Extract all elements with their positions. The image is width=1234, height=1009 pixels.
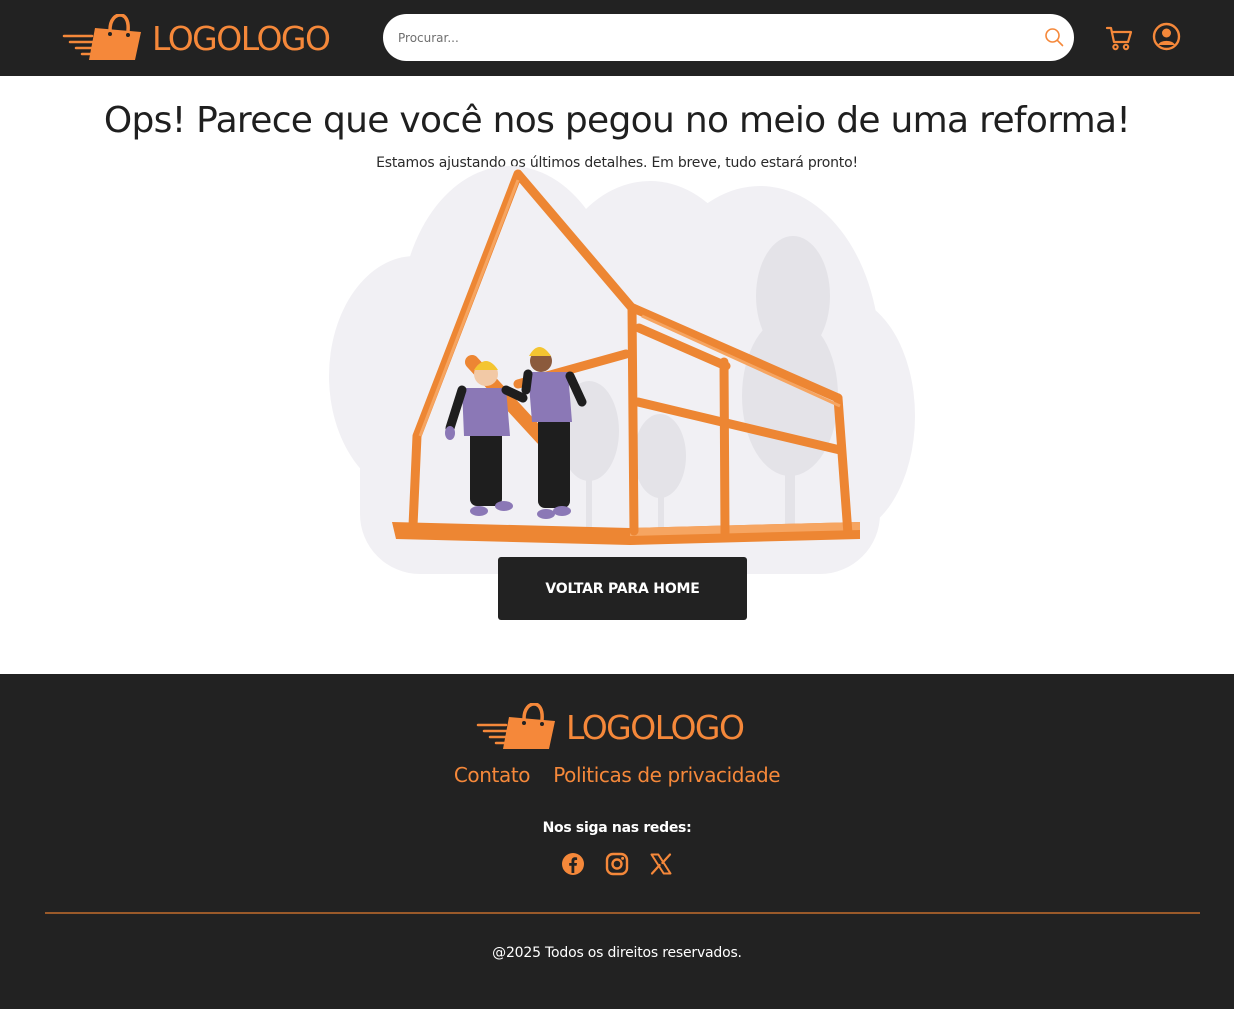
logo-bag-icon — [476, 703, 555, 749]
site-footer: LOGOLOGO Contato Politicas de privacidad… — [0, 674, 1234, 1009]
instagram-icon[interactable] — [605, 852, 629, 876]
user-icon[interactable] — [1152, 22, 1181, 51]
privacy-policy-link[interactable]: Politicas de privacidade — [553, 763, 780, 787]
logo-text: LOGOLOGO — [152, 18, 331, 58]
footer-links: Contato Politicas de privacidade — [0, 763, 1234, 787]
copyright-text: @2025 Todos os direitos reservados. — [492, 945, 742, 961]
logo-text: LOGOLOGO — [566, 707, 745, 747]
footer-logo[interactable]: LOGOLOGO — [476, 702, 745, 752]
social-links — [0, 852, 1234, 876]
header-logo[interactable]: LOGOLOGO — [62, 14, 331, 62]
back-home-button[interactable]: VOLTAR PARA HOME — [498, 557, 747, 620]
search-bar — [383, 14, 1074, 61]
x-icon[interactable] — [649, 852, 673, 876]
cart-icon[interactable] — [1105, 24, 1133, 52]
search-input[interactable] — [383, 14, 1074, 61]
page-title: Ops! Parece que você nos pegou no meio d… — [103, 100, 1131, 141]
social-label: Nos siga nas redes: — [542, 820, 692, 836]
construction-illustration — [329, 166, 915, 574]
main-content: Ops! Parece que você nos pegou no meio d… — [0, 76, 1234, 674]
contact-link[interactable]: Contato — [454, 763, 531, 787]
search-icon[interactable] — [1044, 27, 1064, 47]
site-header: LOGOLOGO — [0, 0, 1234, 76]
logo-bag-icon — [62, 14, 141, 60]
facebook-icon[interactable] — [561, 852, 585, 876]
footer-divider — [45, 912, 1200, 914]
